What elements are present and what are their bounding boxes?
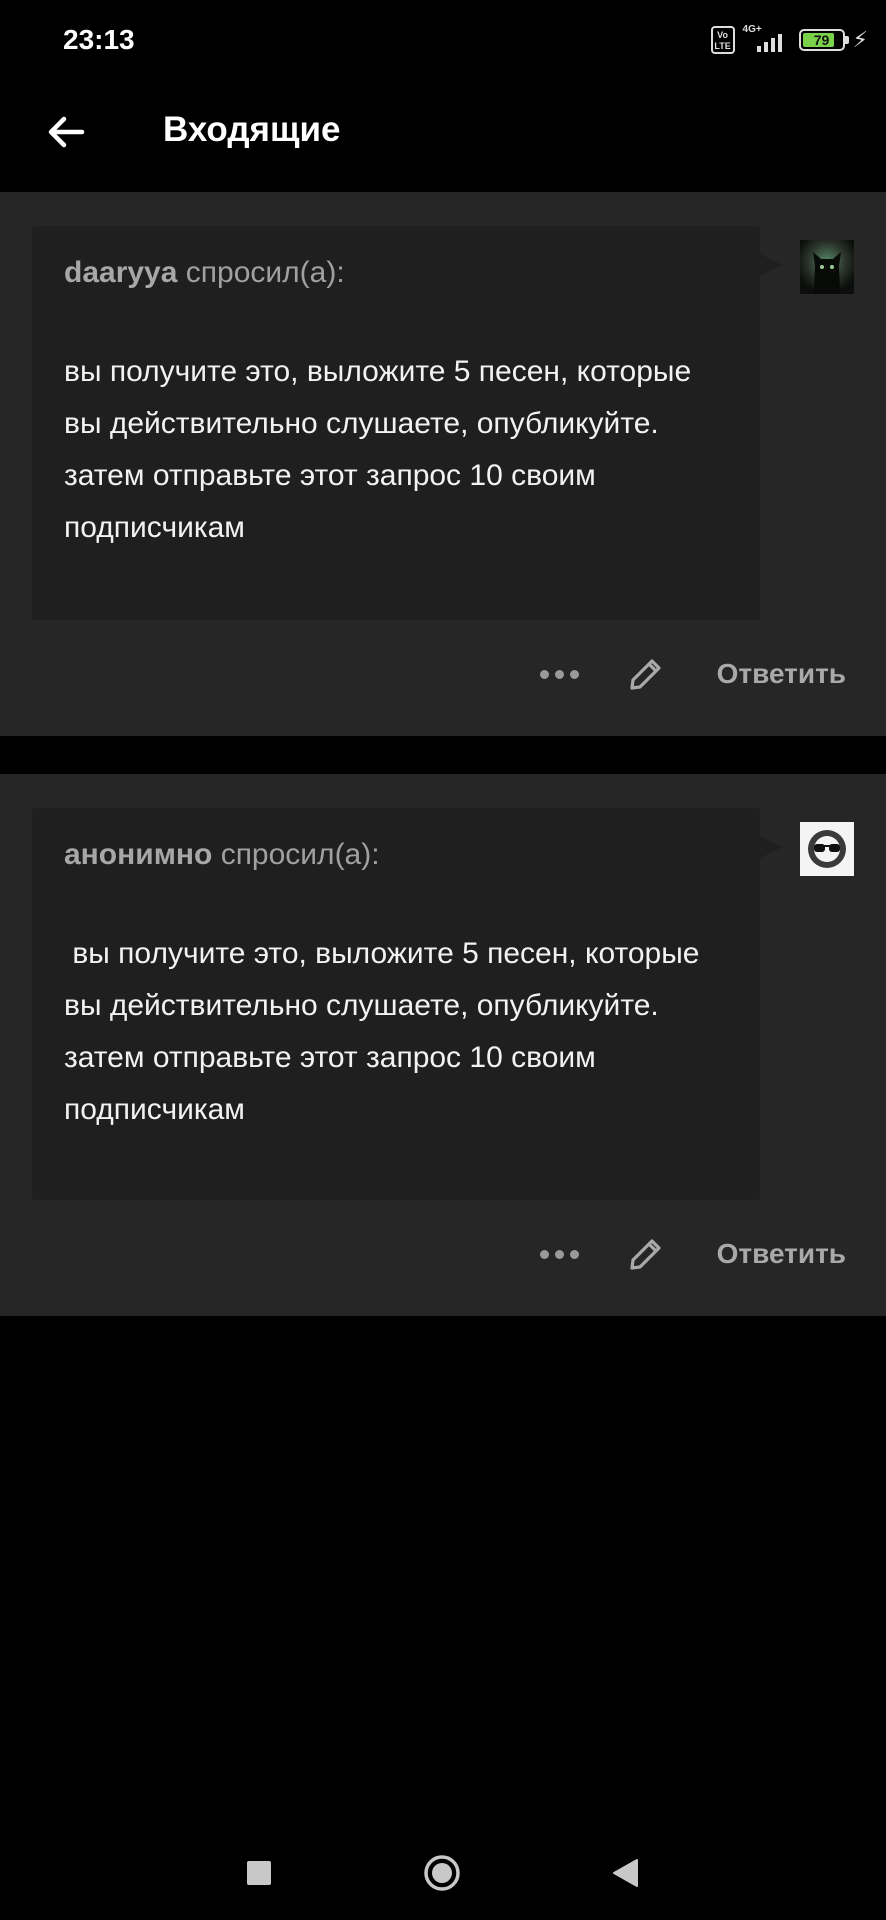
battery-icon: 79 (798, 29, 849, 51)
app-bar: Входящие (0, 80, 886, 190)
question-text: вы получите это, выложите 5 песен, котор… (64, 355, 700, 544)
status-icons: Vo LTE 4G+ 79 ⚡ (710, 22, 868, 58)
sunglasses-face-icon (808, 830, 846, 868)
battery-level: 79 (813, 32, 830, 48)
status-bar: 23:13 Vo LTE 4G+ 79 ⚡ (0, 0, 886, 80)
reply-button[interactable]: Ответить (717, 658, 846, 690)
question-text: вы получите это, выложите 5 песен, котор… (64, 937, 708, 1126)
more-options-icon[interactable] (537, 1231, 583, 1277)
pencil-icon[interactable] (623, 1231, 669, 1277)
signal-icon: 4G+ (743, 24, 791, 54)
message-actions: Ответить (537, 1224, 846, 1284)
cat-icon (813, 252, 841, 294)
home-circle-icon[interactable] (423, 1854, 461, 1892)
asker-line: daaryya спросил(а): (64, 256, 345, 290)
status-time: 23:13 (63, 24, 135, 55)
message-actions: Ответить (537, 644, 846, 704)
asked-label: спросил(а): (185, 256, 345, 289)
volte-icon: Vo LTE (710, 26, 735, 54)
system-navigation-bar (0, 1840, 886, 1920)
reply-button[interactable]: Ответить (717, 1238, 846, 1270)
question-bubble: анонимно спросил(а): вы получите это, вы… (32, 808, 782, 1200)
back-arrow-icon[interactable] (42, 108, 90, 156)
message-card: анонимно спросил(а): вы получите это, вы… (0, 774, 886, 1316)
back-triangle-icon[interactable] (610, 1857, 640, 1889)
more-options-icon[interactable] (537, 651, 583, 697)
charging-icon: ⚡ (852, 27, 868, 52)
question-bubble: daaryya спросил(а): вы получите это, выл… (32, 226, 782, 620)
anonymous-avatar (800, 822, 854, 876)
asked-label: спросил(а): (220, 838, 380, 871)
asker-line: анонимно спросил(а): (64, 838, 380, 872)
recents-square-icon[interactable] (247, 1861, 271, 1885)
asker-name: анонимно (64, 838, 213, 871)
page-title: Входящие (163, 110, 341, 149)
asker-name[interactable]: daaryya (64, 256, 177, 289)
asker-avatar[interactable] (800, 240, 854, 294)
pencil-icon[interactable] (623, 651, 669, 697)
message-card: daaryya спросил(а): вы получите это, выл… (0, 192, 886, 736)
